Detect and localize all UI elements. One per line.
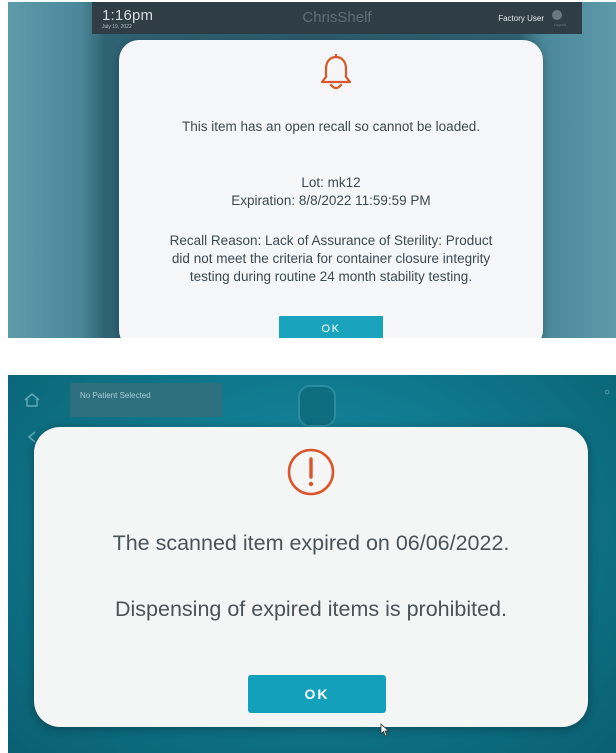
patient-label: No Patient Selected xyxy=(80,391,151,400)
user-icon[interactable] xyxy=(552,10,562,20)
expired-message: The scanned item expired on 06/06/2022. xyxy=(112,531,510,555)
expiration-date: Expiration: 8/8/2022 11:59:59 PM xyxy=(231,193,431,208)
expired-screen: No Patient Selected ○ The scanned item e… xyxy=(8,375,616,753)
bell-icon xyxy=(320,54,352,90)
expired-item-dialog: The scanned item expired on 06/06/2022. … xyxy=(34,427,588,737)
device-icon xyxy=(298,385,336,427)
ok-button[interactable]: OK xyxy=(279,316,383,338)
recall-reason: Recall Reason: Lack of Assurance of Ster… xyxy=(169,233,493,284)
user-name[interactable]: Factory User xyxy=(498,14,544,23)
lot-number: Lot: mk12 xyxy=(301,175,361,190)
exclamation-circle-icon xyxy=(287,448,335,496)
prohibited-warning: Dispensing of expired items is prohibite… xyxy=(115,597,507,621)
logout-label[interactable]: Logout xyxy=(554,22,566,27)
home-icon[interactable] xyxy=(24,393,40,407)
search-icon[interactable]: ○ xyxy=(604,387,610,398)
mouse-cursor-icon xyxy=(380,723,390,737)
top-bar: 1:16pm July 19, 2022 ChrisShelf Factory … xyxy=(92,2,582,34)
ok-button[interactable]: OK xyxy=(248,675,386,713)
patient-selector[interactable]: No Patient Selected xyxy=(70,383,222,417)
recall-message: This item has an open recall so cannot b… xyxy=(182,119,480,134)
recall-dialog: This item has an open recall so cannot b… xyxy=(119,40,543,338)
recall-screen: 1:16pm July 19, 2022 ChrisShelf Factory … xyxy=(8,2,616,338)
